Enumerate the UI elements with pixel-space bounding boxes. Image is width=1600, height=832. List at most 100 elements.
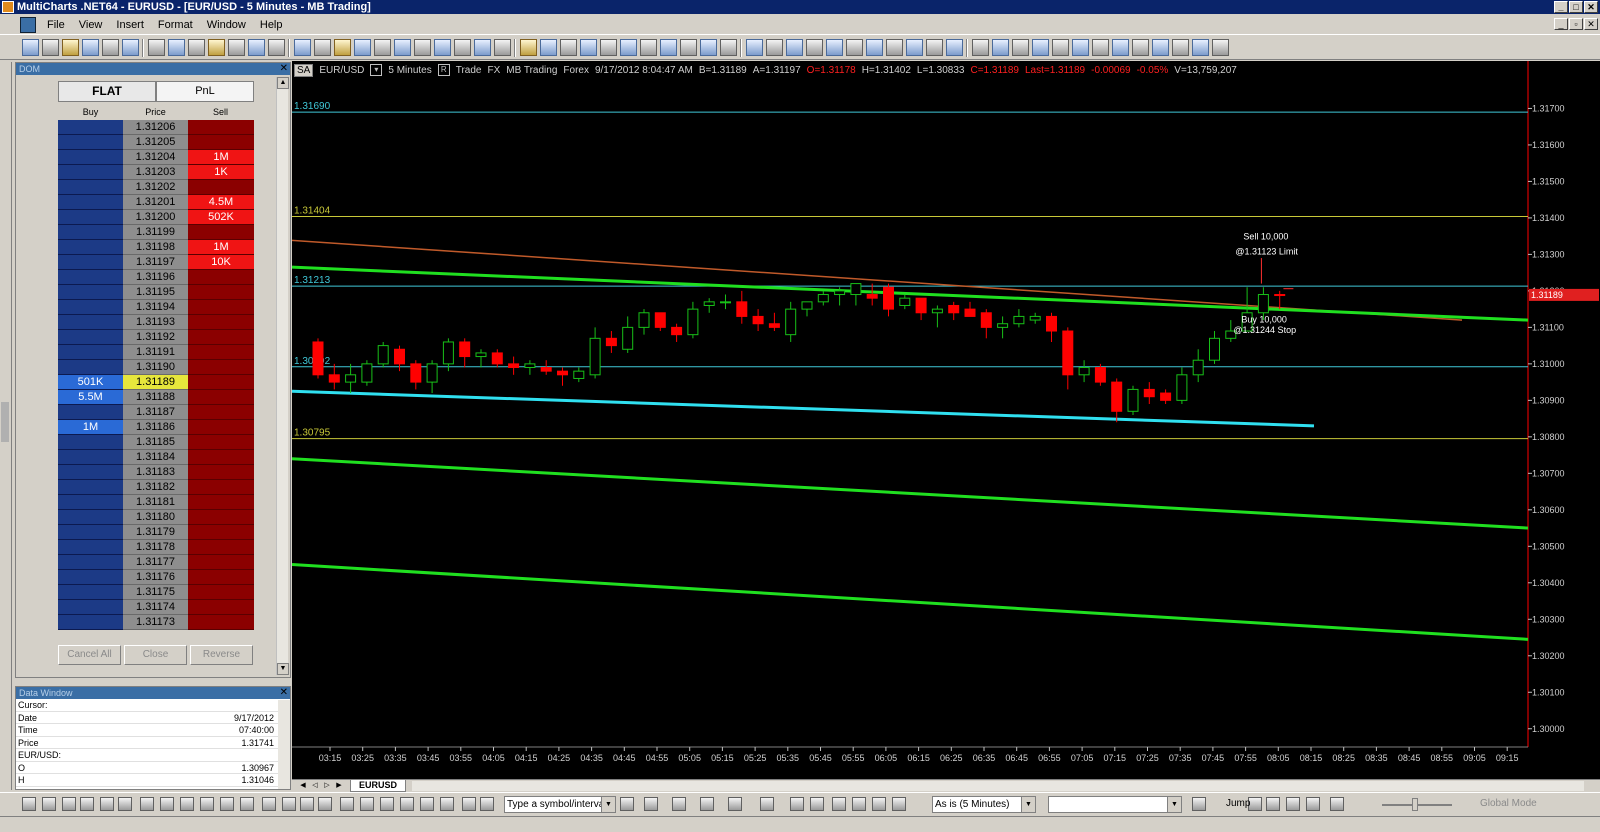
drawing-tool-icon[interactable] [380,797,394,811]
drawing-tool-icon[interactable] [810,797,824,811]
price-cell[interactable]: 1.31196 [123,270,188,285]
drawing-tool-icon[interactable] [62,797,76,811]
buy-cell[interactable] [58,450,123,465]
buy-cell[interactable] [58,270,123,285]
toolbar-button-icon[interactable] [1152,39,1169,56]
drawing-tool-icon[interactable] [852,797,866,811]
toolbar-button-icon[interactable] [22,39,39,56]
buy-cell[interactable] [58,405,123,420]
buy-cell[interactable] [58,615,123,630]
sell-cell[interactable] [188,135,254,150]
toolbar-button-icon[interactable] [866,39,883,56]
price-cell[interactable]: 1.31186 [123,420,188,435]
global-mode-button[interactable]: Global Mode [1480,798,1537,809]
toolbar-button-icon[interactable] [540,39,557,56]
drawing-tool-icon[interactable] [700,797,714,811]
buy-cell[interactable] [58,495,123,510]
price-cell[interactable]: 1.31184 [123,450,188,465]
drawing-tool-icon[interactable] [1192,797,1206,811]
drawing-tool-icon[interactable] [160,797,174,811]
mdi-restore-button[interactable]: ▫ [1569,18,1583,30]
sell-cell[interactable] [188,390,254,405]
drawing-tool-icon[interactable] [318,797,332,811]
menu-view[interactable]: View [72,19,110,31]
sell-cell[interactable] [188,585,254,600]
price-cell[interactable]: 1.31197 [123,255,188,270]
toolbar-button-icon[interactable] [660,39,677,56]
toolbar-button-icon[interactable] [394,39,411,56]
sell-cell[interactable] [188,315,254,330]
buy-cell[interactable] [58,240,123,255]
buy-cell[interactable] [58,330,123,345]
sell-cell[interactable] [188,405,254,420]
price-cell[interactable]: 1.31192 [123,330,188,345]
drawing-tool-icon[interactable] [462,797,476,811]
price-cell[interactable]: 1.31176 [123,570,188,585]
sell-cell[interactable]: 502K [188,210,254,225]
drawing-tool-icon[interactable] [240,797,254,811]
toolbar-button-icon[interactable] [294,39,311,56]
toolbar-button-icon[interactable] [600,39,617,56]
buy-cell[interactable] [58,585,123,600]
price-cell[interactable]: 1.31188 [123,390,188,405]
toolbar-button-icon[interactable] [826,39,843,56]
toolbar-button-icon[interactable] [1132,39,1149,56]
buy-cell[interactable] [58,120,123,135]
toolbar-button-icon[interactable] [906,39,923,56]
drawing-tool-icon[interactable] [1330,797,1344,811]
reverse-button[interactable]: Reverse [190,645,253,665]
drawing-tool-icon[interactable] [340,797,354,811]
buy-cell[interactable] [58,300,123,315]
toolbar-button-icon[interactable] [846,39,863,56]
buy-cell[interactable] [58,195,123,210]
scroll-down-icon[interactable]: ▼ [277,663,289,675]
toolbar-button-icon[interactable] [520,39,537,56]
toolbar-button-icon[interactable] [454,39,471,56]
price-cell[interactable]: 1.31182 [123,480,188,495]
toolbar-button-icon[interactable] [354,39,371,56]
toolbar-button-icon[interactable] [746,39,763,56]
scroll-up-icon[interactable]: ▲ [277,77,289,89]
r-box[interactable]: R [437,64,450,76]
toolbar-button-icon[interactable] [992,39,1009,56]
toolbar-button-icon[interactable] [806,39,823,56]
toolbar-button-icon[interactable] [640,39,657,56]
toolbar-button-icon[interactable] [926,39,943,56]
buy-cell[interactable] [58,540,123,555]
mdi-minimize-button[interactable]: _ [1554,18,1568,30]
price-cell[interactable]: 1.31203 [123,165,188,180]
drawing-tool-icon[interactable] [80,797,94,811]
price-cell[interactable]: 1.31174 [123,600,188,615]
pnl-button[interactable]: PnL [156,81,254,102]
menu-file[interactable]: File [40,19,72,31]
symbol-input[interactable]: Type a symbol/interval ▼ [504,796,616,813]
toolbar-button-icon[interactable] [494,39,511,56]
buy-cell[interactable] [58,315,123,330]
dock-grip[interactable] [1,402,9,442]
dropdown-icon[interactable]: ▾ [370,64,383,76]
drawing-tool-icon[interactable] [22,797,36,811]
drawing-tool-icon[interactable] [282,797,296,811]
drawing-tool-icon[interactable] [480,797,494,811]
price-cell[interactable]: 1.31189 [123,375,188,390]
price-cell[interactable]: 1.31181 [123,495,188,510]
buy-cell[interactable] [58,465,123,480]
price-cell[interactable]: 1.31200 [123,210,188,225]
price-cell[interactable]: 1.31206 [123,120,188,135]
buy-cell[interactable] [58,225,123,240]
sell-cell[interactable] [188,510,254,525]
sell-cell[interactable] [188,540,254,555]
toolbar-button-icon[interactable] [474,39,491,56]
drawing-tool-icon[interactable] [1286,797,1300,811]
toolbar-button-icon[interactable] [268,39,285,56]
buy-cell[interactable] [58,435,123,450]
sell-cell[interactable] [188,480,254,495]
toolbar-button-icon[interactable] [228,39,245,56]
drawing-tool-icon[interactable] [300,797,314,811]
price-cell[interactable]: 1.31194 [123,300,188,315]
toolbar-button-icon[interactable] [102,39,119,56]
price-cell[interactable]: 1.31183 [123,465,188,480]
first-sheet-icon[interactable]: ◀ [298,780,308,791]
buy-cell[interactable] [58,480,123,495]
buy-cell[interactable] [58,600,123,615]
